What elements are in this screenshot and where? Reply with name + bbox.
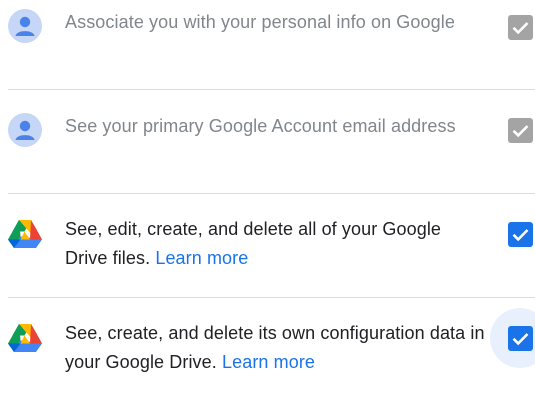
person-icon [8, 9, 42, 43]
google-drive-icon [8, 323, 42, 357]
checkmark-icon [512, 125, 529, 138]
learn-more-link[interactable]: Learn more [155, 248, 248, 268]
permission-checkbox[interactable] [508, 326, 533, 351]
permission-checkbox[interactable] [508, 15, 533, 40]
permission-text: See your primary Google Account email ad… [65, 112, 485, 141]
permission-text: See, create, and delete its own configur… [65, 319, 485, 377]
permission-description: See your primary Google Account email ad… [65, 116, 456, 136]
permission-description: Associate you with your personal info on… [65, 12, 455, 32]
person-icon [8, 113, 42, 147]
permission-row-personal-info: Associate you with your personal info on… [0, 0, 535, 89]
checkmark-icon [512, 229, 529, 242]
google-drive-icon [8, 219, 42, 253]
permission-row-drive-files: See, edit, create, and delete all of you… [0, 194, 535, 297]
permission-text: Associate you with your personal info on… [65, 8, 485, 37]
learn-more-link[interactable]: Learn more [222, 352, 315, 372]
permission-checkbox[interactable] [508, 222, 533, 247]
permission-checkbox[interactable] [508, 118, 533, 143]
permission-row-drive-config: See, create, and delete its own configur… [0, 298, 535, 394]
permission-description: See, edit, create, and delete all of you… [65, 219, 442, 268]
permission-text: See, edit, create, and delete all of you… [65, 215, 485, 273]
checkmark-icon [512, 333, 529, 346]
permission-row-email: See your primary Google Account email ad… [0, 90, 535, 193]
checkmark-icon [512, 22, 529, 35]
